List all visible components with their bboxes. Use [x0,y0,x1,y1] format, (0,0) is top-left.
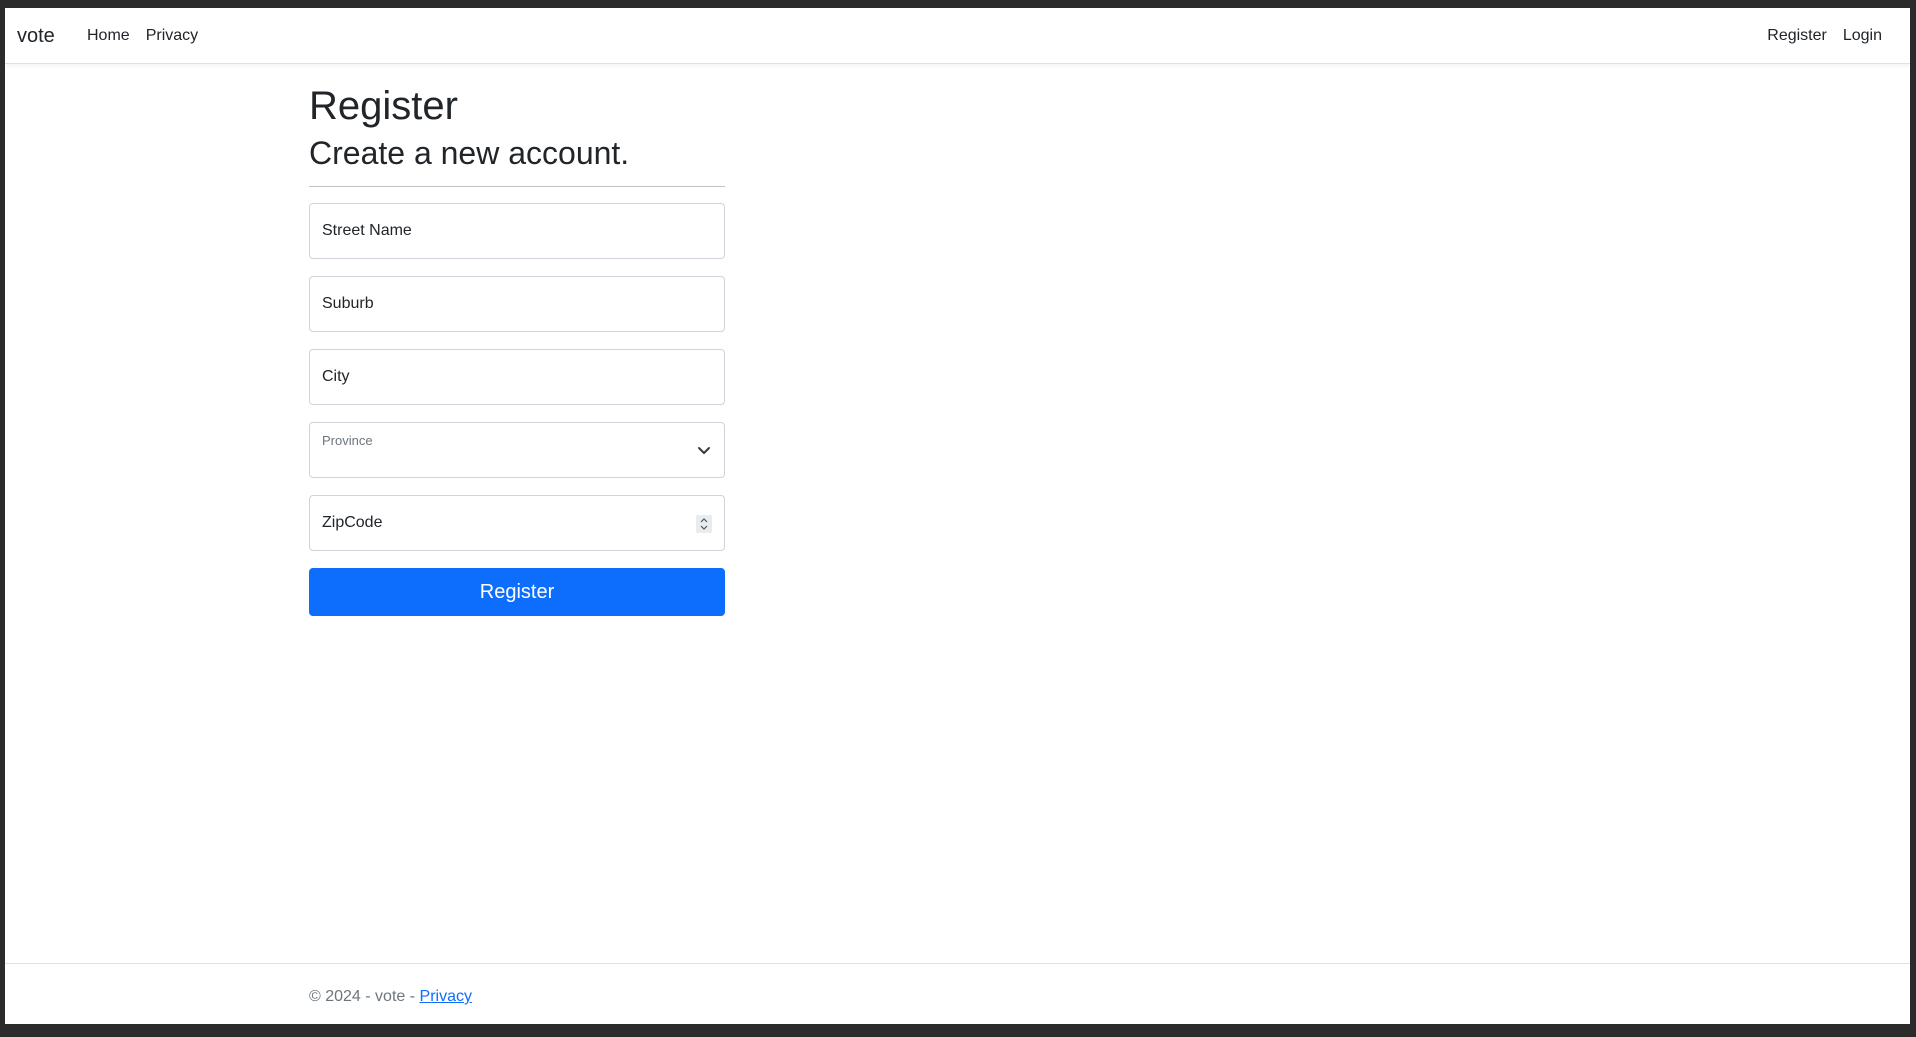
brand-logo[interactable]: vote [17,25,55,48]
browser-viewport: vote Home Privacy Register Login Registe… [5,8,1910,1024]
nav-right: Register Login [1759,27,1890,45]
page-subtitle: Create a new account. [309,135,630,171]
nav-privacy-link[interactable]: Privacy [138,27,206,45]
nav-home-link[interactable]: Home [79,27,138,45]
zipcode-field [309,495,725,552]
city-field [309,349,725,406]
register-form-container: Register Create a new account. Province [309,82,725,617]
province-select[interactable]: Province [309,422,725,479]
city-input[interactable] [310,350,724,405]
spinner-arrows-icon [700,518,708,531]
footer-copyright: © 2024 - vote - [309,988,420,1005]
zipcode-input[interactable] [310,496,724,551]
suburb-field [309,276,725,333]
register-submit-button[interactable]: Register [309,568,725,617]
nav-register-link[interactable]: Register [1759,27,1835,45]
number-spinner[interactable] [696,515,712,534]
page-title: Register [309,84,458,128]
footer-privacy-link[interactable]: Privacy [420,988,472,1005]
chevron-down-icon [698,447,710,455]
nav-login-link[interactable]: Login [1835,27,1890,45]
top-navbar: vote Home Privacy Register Login [5,8,1910,64]
street-name-field [309,203,725,260]
divider [309,186,725,188]
suburb-input[interactable] [310,277,724,332]
page-footer: © 2024 - vote - Privacy [5,963,1910,1024]
nav-left: Home Privacy [79,27,206,45]
footer-text: © 2024 - vote - Privacy [309,988,472,1006]
street-name-input[interactable] [310,204,724,259]
province-label: Province [322,433,373,449]
